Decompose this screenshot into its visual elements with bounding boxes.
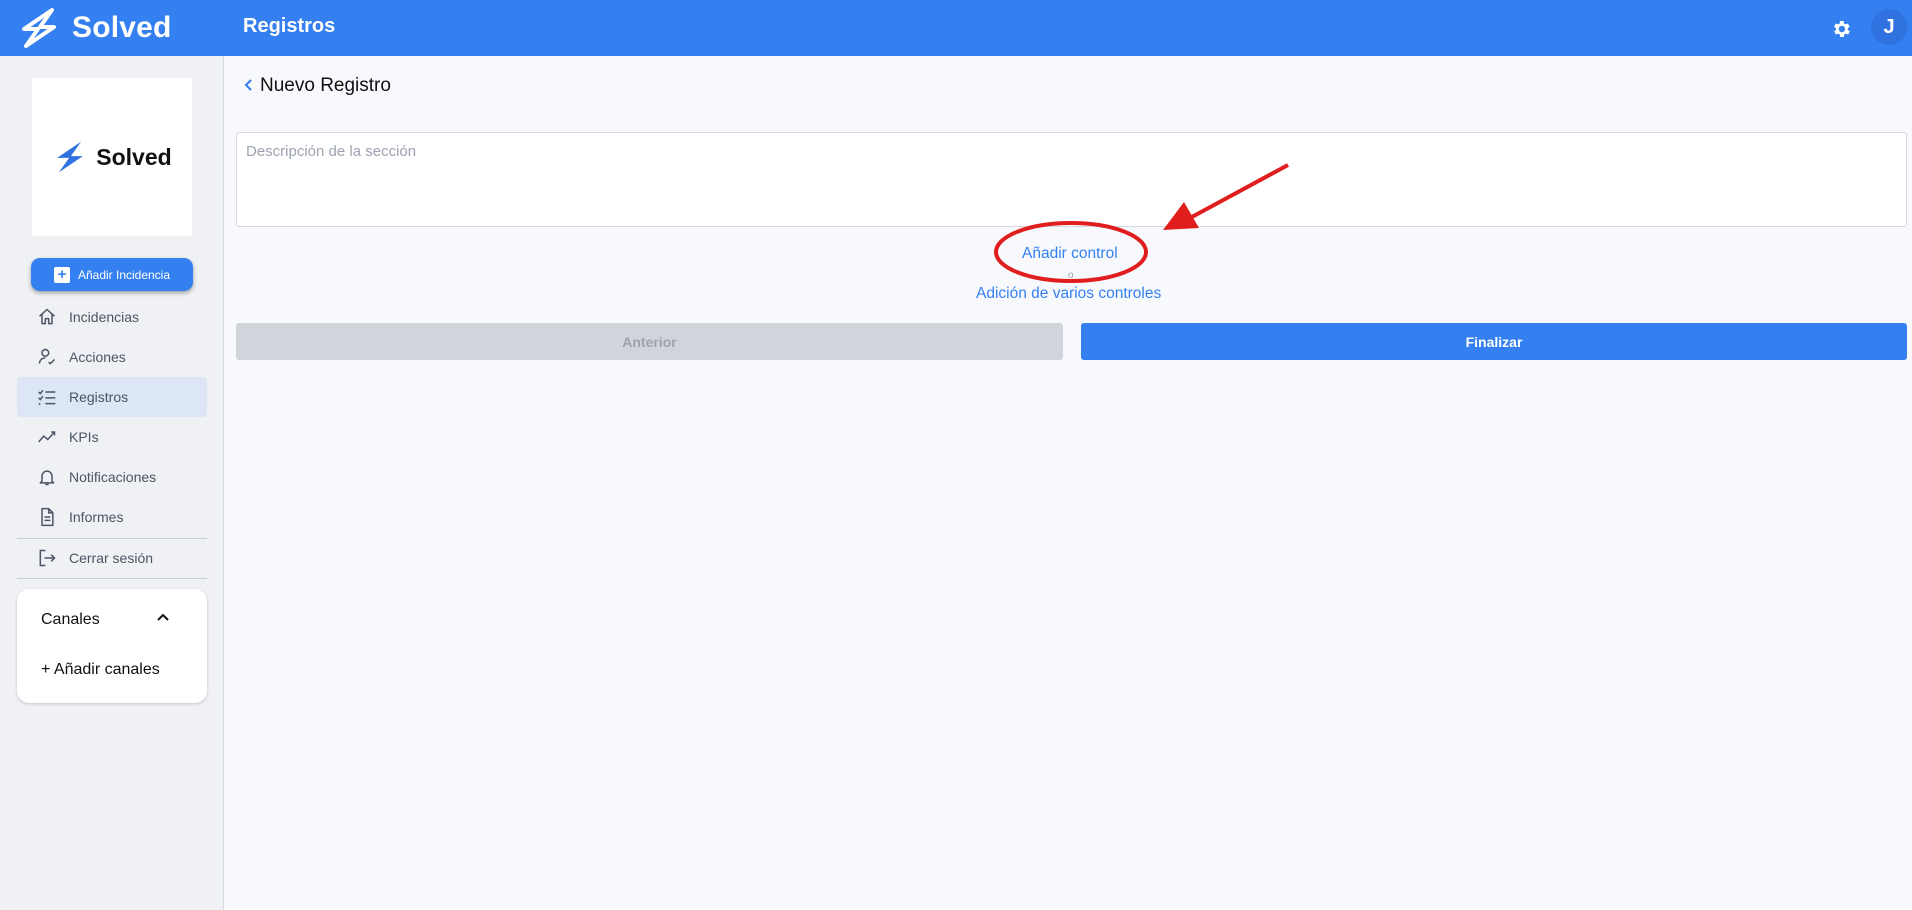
sidebar-item-label: Notificaciones: [69, 469, 157, 485]
logo-text: Solved: [96, 143, 172, 170]
add-control-link[interactable]: Añadir control: [1022, 245, 1118, 263]
sidebar-item-label: KPIs: [69, 429, 99, 445]
add-multiple-controls-link[interactable]: Adición de varios controles: [976, 285, 1161, 303]
previous-button[interactable]: Anterior: [236, 323, 1063, 360]
home-icon: [39, 308, 55, 325]
sidebar: Solved + Añadir Incidencia Incidencias A…: [0, 56, 224, 910]
brand[interactable]: Solved: [18, 6, 172, 50]
add-incident-label: Añadir Incidencia: [77, 267, 171, 282]
back-chevron-icon[interactable]: [242, 75, 254, 95]
sidebar-item-informes[interactable]: Informes: [17, 497, 207, 537]
or-separator: o: [1068, 270, 1074, 281]
solved-logo-icon: [22, 8, 56, 48]
user-check-icon: [38, 348, 56, 365]
sidebar-item-notificaciones[interactable]: Notificaciones: [17, 457, 207, 497]
chevron-up-icon[interactable]: [155, 609, 171, 625]
sidebar-item-label: Informes: [69, 509, 124, 525]
checklist-icon: [38, 389, 56, 406]
company-logo-card: Solved: [32, 78, 192, 236]
sidebar-item-label: Acciones: [69, 349, 126, 365]
trend-icon: [38, 431, 56, 443]
page-title: Nuevo Registro: [260, 75, 391, 96]
sidebar-item-acciones[interactable]: Acciones: [17, 337, 207, 377]
page-section-title: Registros: [243, 15, 336, 37]
section-description-input[interactable]: [236, 132, 1907, 227]
brand-name: Solved: [72, 11, 172, 44]
sidebar-item-label: Incidencias: [69, 309, 140, 325]
sidebar-divider: [17, 578, 207, 579]
channels-panel: Canales + Añadir canales: [17, 589, 207, 703]
gear-icon[interactable]: [1830, 18, 1852, 40]
plus-icon: +: [53, 266, 70, 283]
bell-icon: [39, 470, 55, 486]
sidebar-item-label: Registros: [69, 389, 129, 405]
avatar[interactable]: J: [1871, 9, 1907, 45]
add-channels-link[interactable]: + Añadir canales: [41, 661, 160, 679]
finish-button[interactable]: Finalizar: [1081, 323, 1907, 360]
sidebar-item-incidencias[interactable]: Incidencias: [17, 297, 207, 337]
document-icon: [41, 507, 54, 527]
top-app-bar: Solved Registros J: [0, 0, 1912, 56]
add-incident-button[interactable]: + Añadir Incidencia: [31, 258, 193, 291]
channels-title[interactable]: Canales: [41, 611, 100, 629]
solved-logo-icon: [57, 141, 84, 173]
logout-icon: [39, 549, 56, 567]
sidebar-item-kpis[interactable]: KPIs: [17, 417, 207, 457]
logout-button[interactable]: Cerrar sesión: [17, 538, 207, 578]
sidebar-item-registros[interactable]: Registros: [17, 377, 207, 417]
logout-label: Cerrar sesión: [69, 550, 154, 566]
